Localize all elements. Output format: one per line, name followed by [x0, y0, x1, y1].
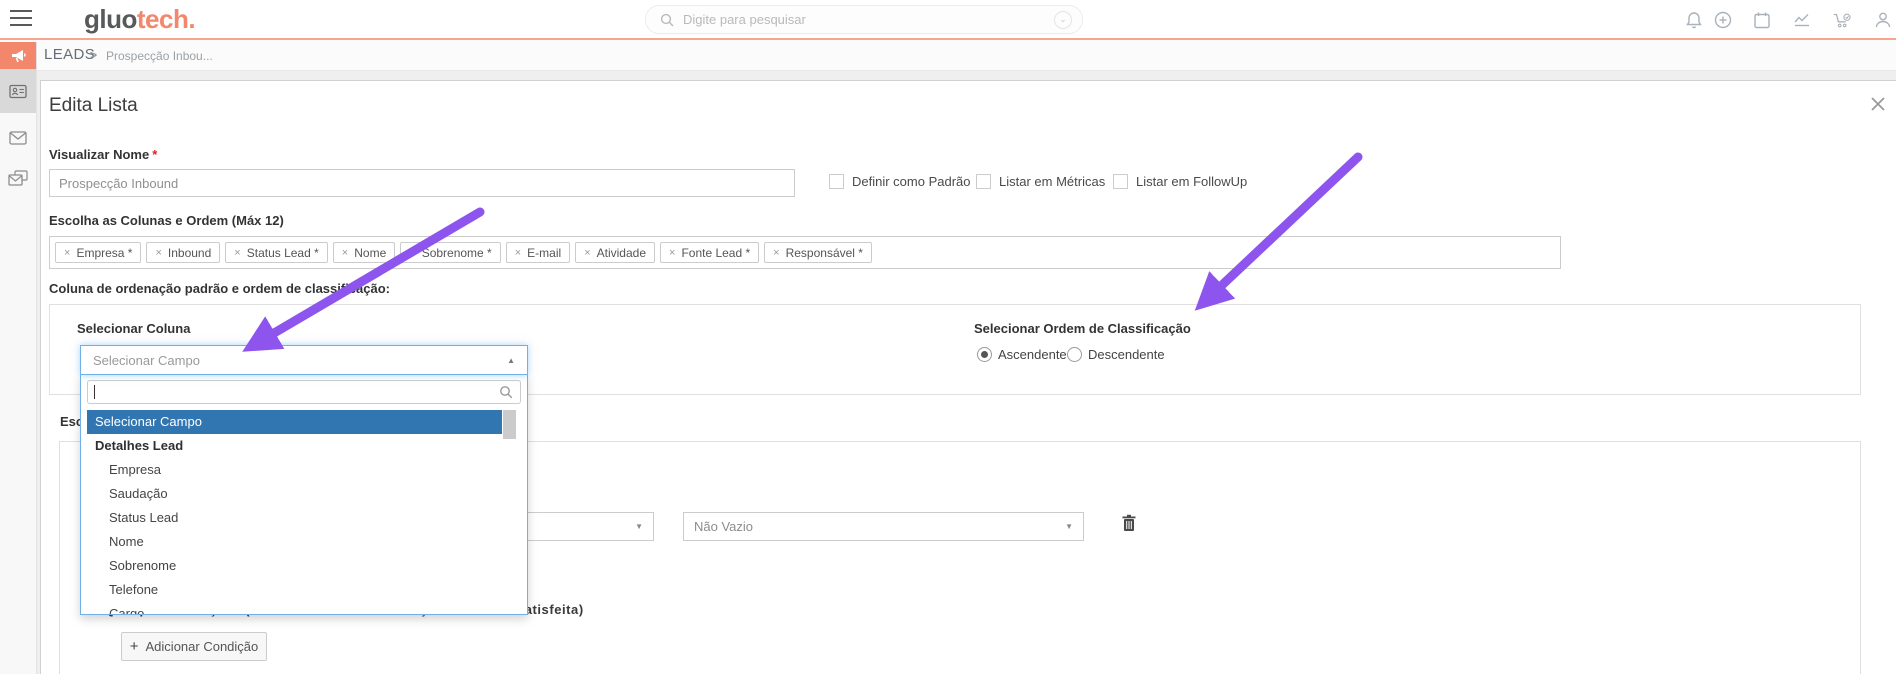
- remove-tag-icon: ×: [409, 246, 416, 259]
- checkbox-listar-metricas[interactable]: Listar em Métricas: [976, 174, 1105, 189]
- dropdown-option[interactable]: Saudação: [87, 482, 524, 506]
- megaphone-icon: [11, 49, 26, 62]
- column-tag[interactable]: × Responsável *: [764, 242, 872, 263]
- cart-check-icon[interactable]: [1832, 10, 1852, 30]
- app-root: gluotech. Digite para pesquisar ⌄ LEADS …: [0, 0, 1896, 674]
- breadcrumb-current[interactable]: Prospecção Inbou...: [106, 49, 213, 63]
- combobox-dropdown-panel: Selecionar Campo Detalhes Lead Empresa S…: [80, 374, 528, 615]
- remove-tag-icon: ×: [234, 246, 241, 259]
- dropdown-option[interactable]: Telefone: [87, 578, 524, 602]
- radio-button: [1067, 347, 1082, 362]
- dropdown-option-selected[interactable]: Selecionar Campo: [87, 410, 502, 434]
- left-sidebar: [0, 42, 37, 674]
- logo-part-1: glu: [84, 4, 122, 34]
- global-search-input[interactable]: Digite para pesquisar ⌄: [645, 5, 1083, 34]
- condition-operator-select[interactable]: Não Vazio ▼: [683, 512, 1084, 541]
- page-title: Edita Lista: [49, 95, 138, 116]
- list-name-value: Prospecção Inbound: [59, 175, 179, 191]
- remove-tag-icon: ×: [341, 246, 349, 259]
- sidebar-item-contacts[interactable]: [0, 69, 36, 113]
- search-options-chevron-icon[interactable]: ⌄: [1054, 10, 1072, 29]
- dropdown-option[interactable]: Sobrenome: [87, 554, 524, 578]
- dropdown-scrollbar[interactable]: [503, 410, 516, 439]
- checkbox-box[interactable]: [976, 174, 991, 189]
- dropdown-option[interactable]: Nome: [87, 530, 524, 554]
- column-tag[interactable]: × Fonte Lead *: [660, 242, 760, 263]
- checkbox-listar-followup[interactable]: Listar em FollowUp: [1113, 174, 1247, 189]
- checkbox-box[interactable]: [829, 174, 844, 189]
- envelope-icon: [9, 131, 27, 145]
- bell-icon[interactable]: [1684, 10, 1704, 30]
- sort-order-label: Selecionar Ordem de Classificação: [974, 321, 1191, 336]
- column-tag[interactable]: × Atividade: [575, 242, 655, 263]
- search-placeholder: Digite para pesquisar: [683, 12, 806, 27]
- caret-down-icon: ▼: [635, 522, 643, 531]
- dropdown-search-input[interactable]: [87, 380, 521, 404]
- columns-tag-input[interactable]: × Empresa * × Inbound × Status Lead * × Nome…: [49, 236, 1561, 269]
- hamburger-menu-icon[interactable]: [10, 10, 32, 26]
- combobox-value: Selecionar Campo: [93, 352, 200, 368]
- dropdown-option[interactable]: Status Lead: [87, 506, 524, 530]
- sort-section-label: Coluna de ordenação padrão e ordem de cl…: [49, 281, 390, 296]
- column-tag[interactable]: × Empresa *: [55, 242, 142, 263]
- plus-circle-icon[interactable]: [1713, 10, 1733, 30]
- dropdown-group-header: Detalhes Lead: [95, 438, 184, 453]
- contact-card-icon: [9, 84, 27, 98]
- column-tag[interactable]: × E-mail: [505, 242, 571, 263]
- remove-tag-icon: ×: [773, 246, 780, 259]
- bulk-email-icon: [8, 170, 28, 186]
- caret-up-icon: ▲: [507, 355, 515, 365]
- remove-tag-icon: ×: [514, 246, 522, 259]
- edit-list-modal: Edita Lista Visualizar Nome * Prospecção …: [40, 80, 1896, 674]
- logo-part-2: o: [121, 4, 138, 34]
- profile-icon[interactable]: [1873, 10, 1893, 30]
- sidebar-item-leads-active[interactable]: [0, 42, 36, 69]
- search-icon: [660, 13, 674, 26]
- sort-column-combobox[interactable]: Selecionar Campo ▲: [80, 345, 528, 375]
- checkbox-box[interactable]: [1113, 174, 1128, 189]
- name-field-label: Visualizar Nome *: [49, 147, 158, 162]
- sidebar-item-bulk-email[interactable]: [0, 158, 36, 198]
- select-column-label: Selecionar Coluna: [77, 321, 191, 336]
- text-cursor: [94, 385, 95, 399]
- remove-tag-icon: ×: [669, 246, 676, 259]
- trash-icon[interactable]: [1121, 514, 1137, 533]
- list-name-input[interactable]: Prospecção Inbound: [49, 169, 795, 197]
- search-icon: [500, 386, 513, 399]
- logo-part-3: tech.: [136, 4, 196, 34]
- columns-section-label: Escolha as Colunas e Ordem (Máx 12): [49, 213, 284, 228]
- required-asterisk: *: [152, 147, 158, 162]
- checkbox-definir-padrao[interactable]: Definir como Padrão: [829, 174, 971, 189]
- remove-tag-icon: ×: [155, 246, 162, 259]
- caret-down-icon: ▼: [1065, 522, 1073, 531]
- column-tag[interactable]: × Status Lead *: [225, 242, 328, 263]
- app-logo[interactable]: gluotech.: [84, 4, 196, 35]
- breadcrumb-separator: >: [90, 48, 98, 62]
- column-tag[interactable]: × Sobrenome *: [400, 242, 501, 263]
- dropdown-option[interactable]: Empresa: [87, 458, 524, 482]
- radio-ascendente[interactable]: Ascendente: [977, 347, 1067, 362]
- remove-tag-icon: ×: [584, 246, 591, 259]
- remove-tag-icon: ×: [64, 246, 71, 259]
- column-tag[interactable]: × Nome: [332, 242, 396, 263]
- column-tag[interactable]: × Inbound: [146, 242, 221, 263]
- line-chart-icon[interactable]: [1792, 10, 1812, 30]
- top-header: gluotech. Digite para pesquisar ⌄: [0, 0, 1896, 40]
- sidebar-item-email[interactable]: [0, 118, 36, 158]
- close-icon[interactable]: [1869, 95, 1887, 113]
- radio-descendente[interactable]: Descendente: [1067, 347, 1165, 362]
- dropdown-option[interactable]: Cargo: [87, 602, 524, 614]
- breadcrumb-section[interactable]: LEADS: [44, 46, 95, 63]
- breadcrumb-bar: LEADS > Prospecção Inbou... + Adicionar …: [0, 40, 1896, 110]
- calendar-icon[interactable]: [1752, 10, 1772, 30]
- radio-button: [977, 347, 992, 362]
